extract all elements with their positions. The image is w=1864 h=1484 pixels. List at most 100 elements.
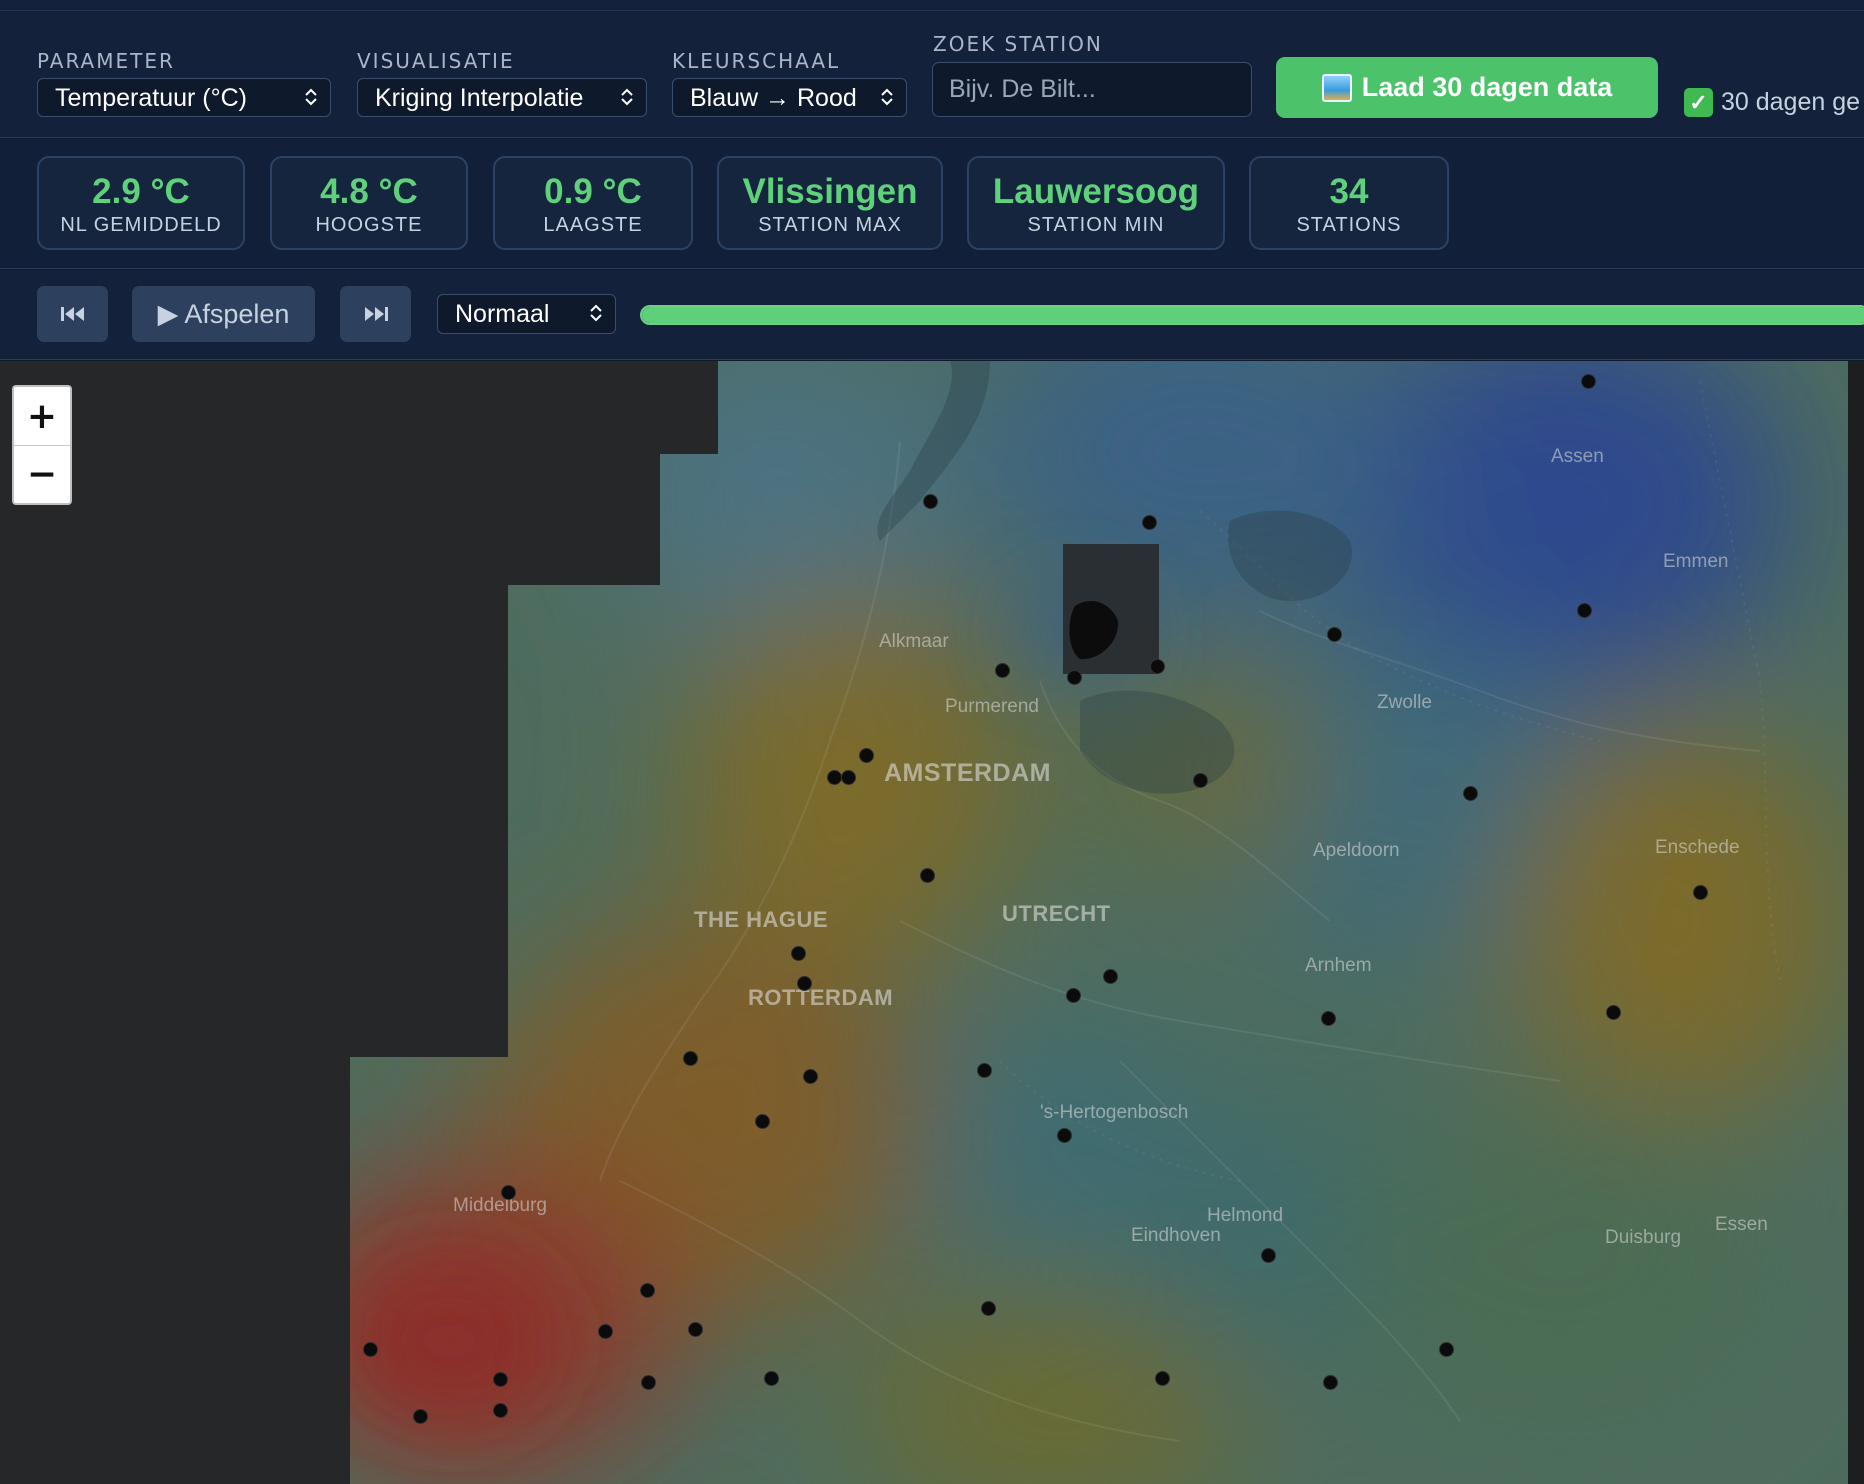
stat-value: 34 (1329, 172, 1369, 211)
station-marker[interactable] (362, 1341, 378, 1357)
station-marker[interactable] (1322, 1374, 1338, 1390)
station-marker[interactable] (1580, 373, 1596, 389)
timeline-progress-fill (642, 307, 1864, 323)
station-marker[interactable] (796, 975, 812, 991)
station-marker[interactable] (1605, 1004, 1621, 1020)
chevron-updown-icon (621, 88, 633, 106)
chevron-updown-icon (305, 88, 317, 106)
playback-bar: ▶ Afspelen Normaal (0, 270, 1864, 360)
station-marker[interactable] (790, 945, 806, 961)
map-view[interactable]: + − Assen Emmen Alkmaar Purmerend Zwolle… (0, 361, 1864, 1484)
skip-forward-button[interactable] (340, 286, 411, 342)
zoom-control: + − (12, 385, 72, 505)
stat-card-station-min: Lauwersoog STATION MIN (967, 156, 1225, 250)
station-marker[interactable] (687, 1321, 703, 1337)
control-bar: PARAMETER Temperatuur (°C) VISUALISATIE … (0, 11, 1864, 138)
station-marker[interactable] (1692, 884, 1708, 900)
station-marker[interactable] (1056, 1127, 1072, 1143)
map-picture-icon (1321, 73, 1352, 102)
parameter-select[interactable]: Temperatuur (°C) (37, 78, 331, 117)
parameter-value: Temperatuur (°C) (55, 84, 247, 112)
speed-select[interactable]: Normaal (437, 294, 616, 334)
play-button[interactable]: ▶ Afspelen (132, 286, 315, 342)
kleurschaal-value: Blauw → Rood (690, 84, 857, 112)
skip-back-button[interactable] (37, 286, 108, 342)
station-marker[interactable] (639, 1282, 655, 1298)
parameter-label: PARAMETER (37, 49, 175, 73)
station-marker[interactable] (1149, 658, 1165, 674)
station-marker[interactable] (1438, 1341, 1454, 1357)
station-marker[interactable] (1320, 1010, 1336, 1026)
station-marker[interactable] (994, 662, 1010, 678)
visualisatie-label: VISUALISATIE (357, 49, 515, 73)
map-edge (1848, 361, 1864, 1484)
station-marker[interactable] (597, 1323, 613, 1339)
stat-value: 2.9 °C (92, 172, 190, 211)
visualisatie-select[interactable]: Kriging Interpolatie (357, 78, 647, 117)
station-marker[interactable] (1192, 772, 1208, 788)
top-strip (0, 0, 1864, 11)
station-marker[interactable] (840, 769, 856, 785)
stat-value: Vlissingen (742, 172, 918, 211)
station-marker[interactable] (500, 1184, 516, 1200)
station-marker[interactable] (858, 747, 874, 763)
load-status: ✓ 30 dagen ge (1684, 88, 1860, 117)
stat-value: Lauwersoog (992, 172, 1200, 211)
station-marker[interactable] (1065, 987, 1081, 1003)
station-marker[interactable] (1141, 514, 1157, 530)
skip-back-icon (60, 307, 84, 321)
stat-label: STATIONS (1296, 214, 1402, 236)
station-marker[interactable] (1066, 669, 1082, 685)
stat-label: HOOGSTE (315, 214, 423, 236)
stat-label: STATION MAX (758, 214, 902, 236)
station-marker[interactable] (492, 1371, 508, 1387)
stat-label: NL GEMIDDELD (60, 214, 222, 236)
station-marker[interactable] (1326, 626, 1342, 642)
station-marker[interactable] (1102, 968, 1118, 984)
station-marker[interactable] (640, 1374, 656, 1390)
stat-card-station-max: Vlissingen STATION MAX (717, 156, 943, 250)
stat-label: LAAGSTE (543, 214, 643, 236)
load-30-days-button[interactable]: Laad 30 dagen data (1276, 57, 1658, 118)
station-marker[interactable] (976, 1062, 992, 1078)
search-label: ZOEK STATION (933, 32, 1103, 56)
timeline-progress[interactable] (640, 305, 1864, 325)
station-marker[interactable] (1576, 602, 1592, 618)
zoom-out-button[interactable]: − (14, 445, 70, 503)
station-marker[interactable] (1154, 1370, 1170, 1386)
play-label: ▶ Afspelen (157, 298, 290, 329)
station-marker[interactable] (682, 1050, 698, 1066)
station-marker[interactable] (412, 1408, 428, 1424)
station-marker[interactable] (922, 493, 938, 509)
station-marker[interactable] (492, 1402, 508, 1418)
stat-label: STATION MIN (1027, 214, 1165, 236)
station-marker[interactable] (1462, 785, 1478, 801)
station-marker[interactable] (826, 769, 842, 785)
skip-forward-icon (364, 307, 388, 321)
stat-card-avg: 2.9 °C NL GEMIDDELD (37, 156, 245, 250)
visualisatie-value: Kriging Interpolatie (375, 84, 584, 112)
status-text: 30 dagen ge (1721, 88, 1861, 116)
station-marker[interactable] (919, 867, 935, 883)
station-marker[interactable] (802, 1068, 818, 1084)
check-icon: ✓ (1684, 88, 1713, 117)
stat-card-min: 0.9 °C LAAGSTE (493, 156, 693, 250)
chevron-updown-icon (590, 304, 602, 322)
stat-card-max: 4.8 °C HOOGSTE (270, 156, 468, 250)
chevron-updown-icon (881, 88, 893, 106)
load-button-label: Laad 30 dagen data (1361, 72, 1613, 102)
heatmap-layer (0, 361, 1864, 1484)
station-marker[interactable] (1260, 1247, 1276, 1263)
stats-row: 2.9 °C NL GEMIDDELD 4.8 °C HOOGSTE 0.9 °… (0, 139, 1864, 269)
station-marker[interactable] (763, 1370, 779, 1386)
stat-card-stations: 34 STATIONS (1249, 156, 1449, 250)
search-input[interactable] (932, 62, 1252, 117)
speed-value: Normaal (455, 300, 550, 328)
kleurschaal-select[interactable]: Blauw → Rood (672, 78, 907, 117)
kleurschaal-label: KLEURSCHAAL (672, 49, 841, 73)
station-marker[interactable] (754, 1113, 770, 1129)
stat-value: 4.8 °C (320, 172, 418, 211)
station-marker[interactable] (980, 1300, 996, 1316)
zoom-in-button[interactable]: + (14, 387, 70, 445)
stat-value: 0.9 °C (544, 172, 642, 211)
